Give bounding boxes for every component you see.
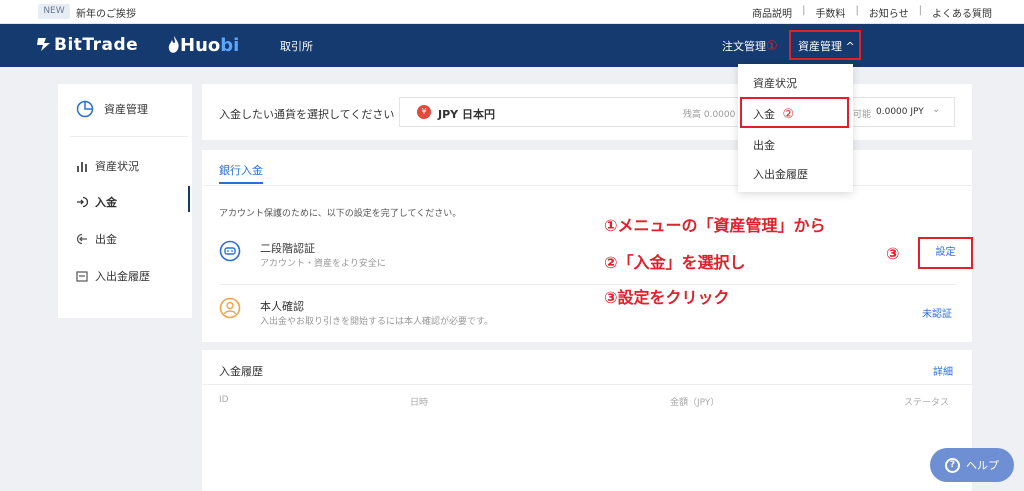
dropdown-item-asset-status[interactable]: 資産状況	[753, 75, 797, 91]
currency-name: JPY 日本円	[438, 108, 495, 121]
security-notice: アカウント保護のために、以下の設定を完了してください。	[219, 209, 462, 219]
nav-exchange[interactable]: 取引所	[280, 38, 313, 54]
divider	[219, 284, 957, 285]
available-label: 可能	[853, 110, 872, 120]
column-header-amount: 金額（JPY）	[670, 398, 720, 408]
bittrade-logo[interactable]: BitTrade	[36, 35, 138, 55]
column-header-status: ステータス	[904, 398, 950, 408]
new-badge: NEW	[38, 4, 70, 19]
column-header-id: ID	[219, 395, 229, 405]
divider	[202, 384, 972, 385]
nav-orders[interactable]: 注文管理①	[722, 38, 778, 54]
annotation-marker-2: ②	[782, 107, 795, 122]
bittrade-logo-icon	[37, 38, 50, 51]
nav-assets[interactable]: 資産管理 ^	[789, 30, 861, 60]
link-product-info[interactable]: 商品説明	[752, 5, 792, 20]
deposit-history-card	[202, 350, 972, 491]
annotation-step-3: ③設定をクリック	[604, 288, 730, 307]
link-news[interactable]: お知らせ	[869, 5, 909, 20]
tab-bank-deposit[interactable]: 銀行入金	[219, 162, 263, 178]
identity-title: 本人確認	[260, 300, 304, 313]
flame-icon	[168, 36, 179, 53]
balance-value: 残高 0.0000	[683, 110, 736, 120]
history-title: 入金履歴	[219, 365, 263, 378]
help-button[interactable]: ? ヘルプ	[930, 448, 1014, 482]
available-value: 0.0000 JPY	[876, 107, 924, 117]
annotation-marker-1: ①	[766, 39, 778, 54]
sidebar-item-asset-status[interactable]: 資産状況	[76, 158, 139, 174]
link-fees[interactable]: 手数料	[815, 5, 845, 20]
notice-link[interactable]: 新年のご挨拶	[76, 5, 136, 20]
top-links: 商品説明 | 手数料 | お知らせ | よくある質問	[752, 5, 992, 20]
annotation-marker-3: ③	[886, 244, 900, 263]
user-icon	[219, 297, 241, 322]
history-icon	[76, 270, 88, 282]
identity-subtitle: 入出金やお取り引きを開始するには本人確認が必要です。	[260, 317, 494, 327]
identity-status-link[interactable]: 未認証	[922, 305, 952, 320]
column-header-datetime: 日時	[410, 398, 429, 408]
two-factor-icon	[219, 240, 241, 265]
sidebar-item-history[interactable]: 入出金履歴	[76, 268, 150, 284]
link-faq[interactable]: よくある質問	[932, 5, 992, 20]
help-icon: ?	[945, 457, 960, 473]
divider	[202, 185, 972, 186]
dropdown-item-deposit[interactable]: 入金 ②	[753, 106, 794, 122]
two-factor-settings-button[interactable]: 設定	[918, 237, 973, 269]
deposit-icon	[77, 196, 88, 208]
history-detail-link[interactable]: 詳細	[933, 363, 953, 378]
sidebar-active-indicator	[188, 186, 190, 212]
annotation-step-1: ①メニューの「資産管理」から	[604, 216, 826, 235]
bar-chart-icon	[77, 161, 87, 172]
jpy-coin-icon: ¥	[417, 105, 431, 119]
sidebar-title: 資産管理	[76, 100, 148, 118]
tab-underline	[219, 182, 263, 184]
withdraw-icon	[76, 233, 87, 245]
pie-chart-icon	[76, 100, 94, 118]
divider	[70, 136, 188, 137]
chevron-down-icon: ⌄	[932, 104, 941, 115]
sidebar-item-deposit[interactable]: 入金	[76, 194, 117, 210]
annotation-step-2: ②「入金」を選択し	[604, 253, 746, 272]
chevron-up-icon: ^	[845, 40, 855, 53]
currency-select-label: 入金したい通貨を選択してください	[219, 108, 395, 121]
main-header	[0, 24, 1024, 67]
sidebar-item-withdraw[interactable]: 出金	[76, 231, 117, 247]
two-factor-subtitle: アカウント・資産をより安全に	[260, 259, 386, 269]
dropdown-item-withdraw[interactable]: 出金	[753, 137, 775, 153]
two-factor-title: 二段階認証	[260, 242, 315, 255]
dropdown-item-history[interactable]: 入出金履歴	[753, 166, 808, 182]
huobi-logo[interactable]: Huobi	[168, 35, 239, 56]
